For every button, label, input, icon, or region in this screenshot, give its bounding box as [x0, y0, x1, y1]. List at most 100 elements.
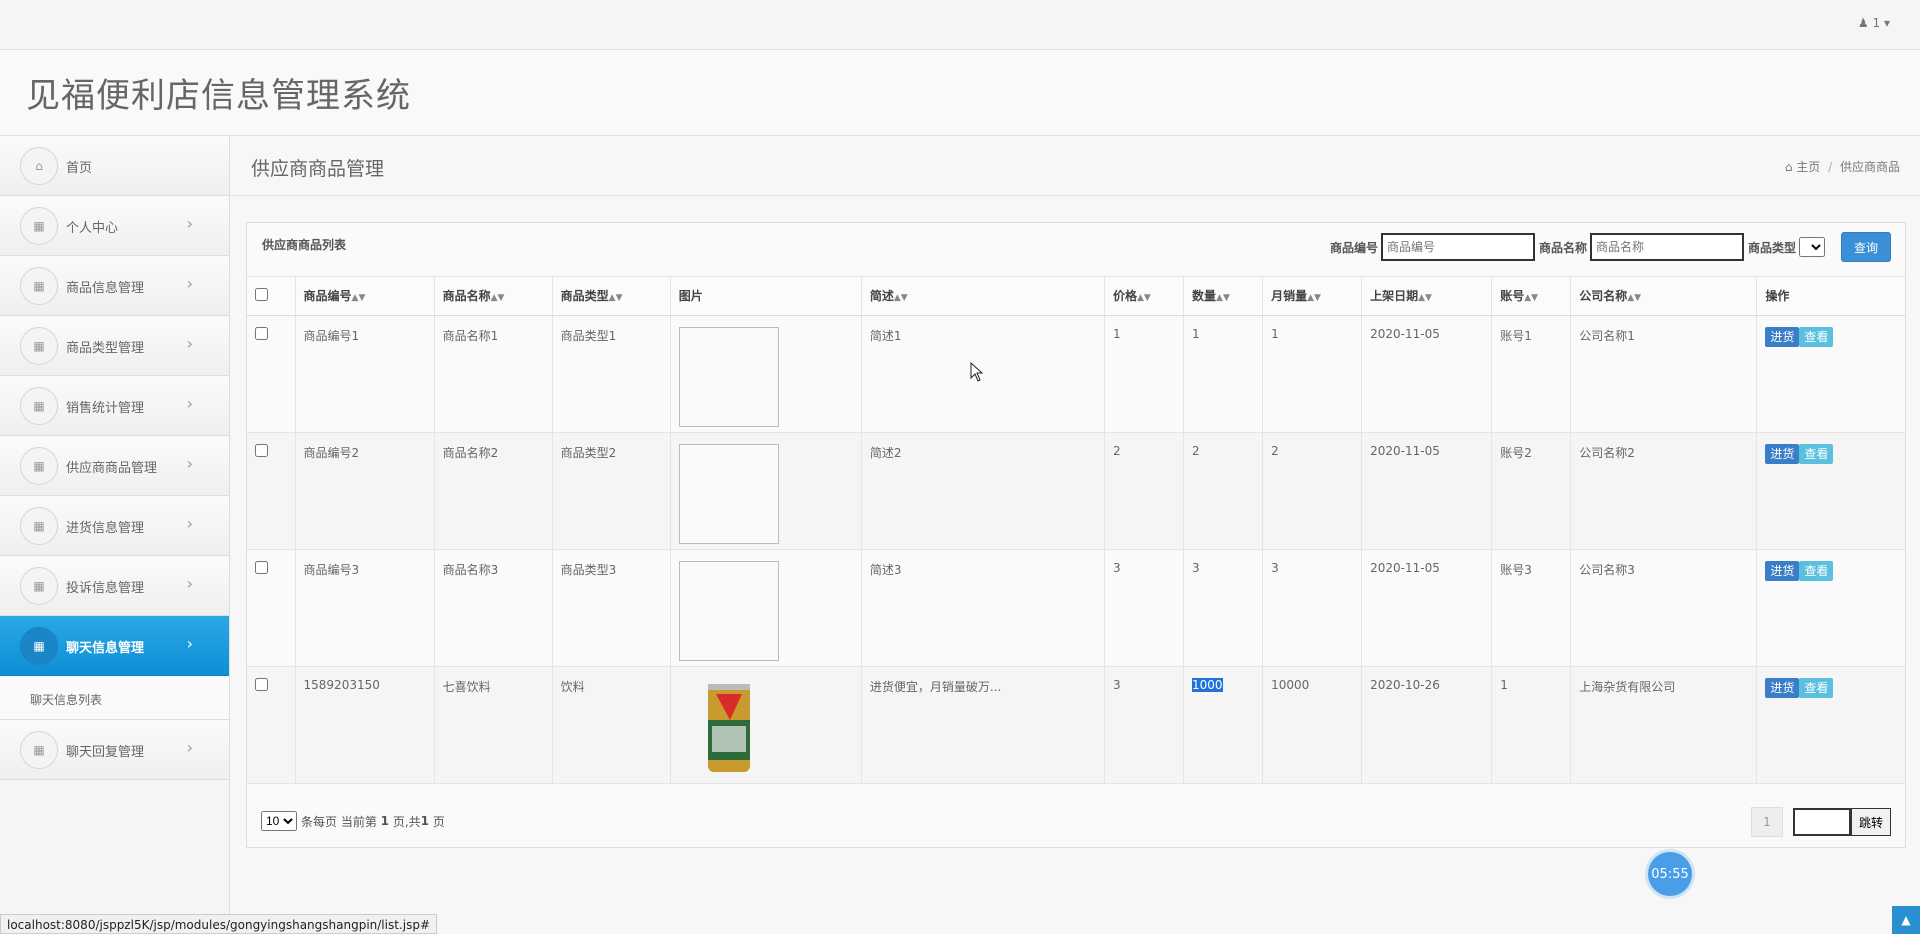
scroll-top-button[interactable]: ▲ — [1892, 906, 1920, 934]
cell-name: 商品名称3 — [434, 549, 553, 667]
row-checkbox[interactable] — [255, 326, 268, 340]
type-select[interactable] — [1799, 237, 1825, 257]
brand-row: 见福便利店信息管理系统 — [0, 50, 1920, 136]
cell-sales-text: 10000 — [1271, 677, 1310, 692]
sidebar-item-9[interactable]: ▦ 聊天回复管理 › — [0, 720, 229, 780]
per-page-text: 条每页 当前第 — [301, 814, 377, 829]
table-row: 商品编号2 商品名称2 商品类型2 简述2 2 2 2 2020-11-05 账号2 公司名称2 进… — [247, 432, 1905, 550]
soda-can-icon — [707, 683, 750, 772]
column-header[interactable]: 账号▲▼ — [1491, 277, 1572, 316]
sort-icon: ▲▼ — [1524, 293, 1539, 304]
column-header[interactable]: 简述▲▼ — [861, 277, 1105, 316]
grid-icon: ▦ — [20, 627, 58, 665]
view-button[interactable]: 查看 — [1799, 326, 1834, 347]
cell-company-text: 公司名称3 — [1579, 562, 1635, 577]
actions-cell: 进货 查看 — [1756, 315, 1905, 433]
sidebar-item-4[interactable]: ▦ 销售统计管理 › — [0, 376, 229, 436]
page-end: 页 — [432, 814, 445, 829]
chevron-right-icon: › — [186, 634, 193, 653]
row-checkbox[interactable] — [255, 677, 268, 691]
jump-button[interactable]: 跳转 — [1851, 808, 1891, 836]
chevron-right-icon: › — [186, 454, 193, 473]
sidebar-item-7[interactable]: ▦ 投诉信息管理 › — [0, 556, 229, 616]
cell-company: 公司名称2 — [1570, 432, 1758, 550]
sidebar-item-5[interactable]: ▦ 供应商商品管理 › — [0, 436, 229, 496]
cell-desc-text: 简述3 — [869, 562, 902, 577]
view-button[interactable]: 查看 — [1799, 677, 1834, 698]
restock-button[interactable]: 进货 — [1765, 677, 1800, 698]
sidebar-item-1[interactable]: ▦ 个人中心 › — [0, 196, 229, 256]
sidebar-item-label: 聊天信息管理 — [66, 641, 145, 656]
row-select-cell — [247, 315, 296, 433]
table-row: 商品编号3 商品名称3 商品类型3 简述3 3 3 3 2020-11-05 账号3 公司名称3 进… — [247, 549, 1905, 667]
page-size-select[interactable]: 10 — [261, 811, 297, 831]
code-search-input[interactable] — [1380, 233, 1535, 261]
current-page: 1 — [380, 814, 390, 828]
column-header[interactable]: 月销量▲▼ — [1262, 277, 1363, 316]
breadcrumb-home[interactable]: 主页 — [1796, 160, 1820, 174]
cell-qty: 3 — [1183, 549, 1264, 667]
sort-icon: ▲▼ — [893, 293, 908, 304]
column-header[interactable]: 商品编号▲▼ — [295, 277, 435, 316]
sort-icon: ▲▼ — [1216, 293, 1230, 304]
mouse-cursor-icon — [970, 362, 984, 382]
name-label: 商品名称 — [1538, 240, 1587, 255]
sidebar-item-2[interactable]: ▦ 商品信息管理 › — [0, 256, 229, 316]
cell-sales: 2 — [1262, 432, 1363, 550]
column-header: 图片 — [670, 277, 862, 316]
system-title: 见福便利店信息管理系统 — [26, 76, 411, 116]
sidebar-item-label: 个人中心 — [66, 221, 119, 236]
grid-icon: ▦ — [20, 207, 58, 245]
panel-footer: 10 条每页 当前第 1 页,共 1 页 1 跳转 — [247, 791, 1905, 847]
restock-button[interactable]: 进货 — [1765, 560, 1800, 581]
restock-button[interactable]: 进货 — [1765, 443, 1800, 464]
query-button[interactable]: 查询 — [1841, 232, 1891, 262]
sort-icon: ▲▼ — [1418, 293, 1432, 304]
column-header[interactable]: 上架日期▲▼ — [1361, 277, 1493, 316]
cell-date-text: 2020-10-26 — [1370, 677, 1440, 692]
cell-type-text: 商品类型3 — [560, 562, 617, 577]
sidebar-subitem-label: 聊天信息列表 — [30, 693, 103, 707]
cell-company-text: 公司名称1 — [1579, 328, 1635, 343]
image-cell — [670, 666, 862, 784]
column-header[interactable]: 数量▲▼ — [1183, 277, 1264, 316]
column-header[interactable]: 商品类型▲▼ — [552, 277, 671, 316]
restock-button[interactable]: 进货 — [1765, 326, 1800, 347]
sidebar-item-label: 首页 — [66, 161, 93, 176]
sidebar-item-3[interactable]: ▦ 商品类型管理 › — [0, 316, 229, 376]
cell-account-text: 1 — [1500, 677, 1508, 692]
table-row: 1589203150 七喜饮料 饮料 进货便宜，月销量破万... 3 1000 10000 2… — [247, 666, 1905, 784]
sidebar-item-label: 投诉信息管理 — [66, 581, 145, 596]
row-checkbox[interactable] — [255, 443, 268, 457]
name-search-input[interactable] — [1589, 233, 1744, 261]
cell-code: 1589203150 — [295, 666, 435, 784]
user-menu[interactable]: ♟ 1 ▾ — [1858, 16, 1890, 30]
row-checkbox[interactable] — [255, 560, 268, 574]
jump-page-input[interactable] — [1793, 808, 1851, 836]
panel-title: 供应商商品列表 — [262, 238, 347, 252]
cell-type-text: 饮料 — [560, 679, 585, 694]
cell-price: 2 — [1104, 432, 1185, 550]
cell-name: 商品名称2 — [434, 432, 553, 550]
sidebar-item-6[interactable]: ▦ 进货信息管理 › — [0, 496, 229, 556]
sidebar-item-8[interactable]: ▦ 聊天信息管理 › — [0, 616, 229, 676]
sidebar-subitem-chat-list[interactable]: 聊天信息列表 — [0, 676, 229, 720]
cell-price-text: 3 — [1112, 560, 1121, 575]
column-header-label: 操作 — [1765, 289, 1790, 304]
grid-icon: ▦ — [20, 387, 58, 425]
cell-qty-text: 3 — [1192, 560, 1200, 575]
cell-sales: 3 — [1262, 549, 1363, 667]
page-number-button[interactable]: 1 — [1751, 807, 1783, 837]
cell-account: 账号1 — [1491, 315, 1572, 433]
column-header[interactable]: 价格▲▼ — [1104, 277, 1185, 316]
user-icon: ♟ — [1857, 16, 1869, 30]
actions-cell: 进货 查看 — [1756, 549, 1905, 667]
timer-badge[interactable]: 05:55 — [1648, 852, 1692, 896]
cell-date: 2020-11-05 — [1361, 315, 1493, 433]
select-all-checkbox[interactable] — [255, 287, 268, 301]
view-button[interactable]: 查看 — [1799, 443, 1834, 464]
column-header[interactable]: 商品名称▲▼ — [434, 277, 553, 316]
sidebar-item-0[interactable]: ⌂ 首页 — [0, 136, 229, 196]
column-header[interactable]: 公司名称▲▼ — [1570, 277, 1758, 316]
view-button[interactable]: 查看 — [1799, 560, 1834, 581]
